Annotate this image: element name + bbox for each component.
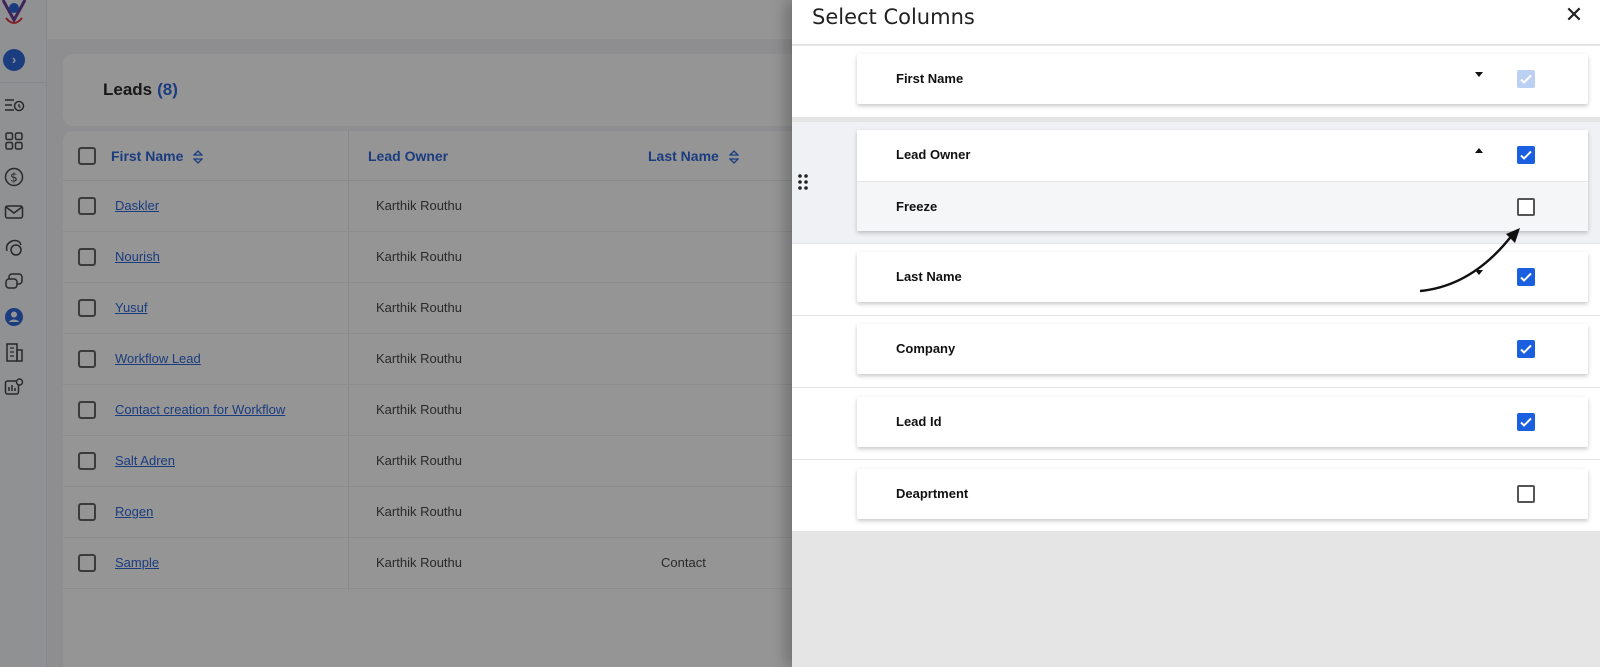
column-item-row[interactable]: Company xyxy=(857,324,1588,374)
panel-header: Select Columns ✕ xyxy=(792,0,1600,45)
column-item-label: Lead Owner xyxy=(896,147,971,162)
column-item-label: Lead Id xyxy=(896,414,942,429)
column-item[interactable]: First Name xyxy=(857,54,1588,104)
column-checkbox[interactable] xyxy=(1517,146,1535,164)
modal-backdrop[interactable] xyxy=(0,0,792,667)
column-item-label: Last Name xyxy=(896,269,962,284)
drag-handle-icon[interactable] xyxy=(796,172,810,192)
column-item-label: Deaprtment xyxy=(896,486,969,501)
column-item[interactable]: Lead Id xyxy=(857,397,1588,447)
freeze-label: Freeze xyxy=(896,199,938,214)
column-section-department: Deaprtment xyxy=(792,460,1600,532)
freeze-checkbox[interactable] xyxy=(1517,198,1535,216)
close-icon[interactable]: ✕ xyxy=(1562,3,1586,27)
annotation-arrow-icon xyxy=(1419,228,1520,293)
caret-up-icon[interactable] xyxy=(1475,148,1483,153)
select-columns-panel: Select Columns ✕ First Name Lead Owner F… xyxy=(792,0,1600,667)
column-item[interactable]: Company xyxy=(857,324,1588,374)
freeze-option-row[interactable]: Freeze xyxy=(857,181,1588,231)
column-section-company: Company xyxy=(792,316,1600,388)
column-checkbox[interactable] xyxy=(1517,413,1535,431)
column-item-row[interactable]: Lead Owner xyxy=(857,130,1588,180)
column-item-row[interactable]: First Name xyxy=(857,54,1588,104)
column-item-row[interactable]: Deaprtment xyxy=(857,469,1588,519)
column-checkbox-disabled xyxy=(1517,70,1535,88)
caret-down-icon[interactable] xyxy=(1475,72,1483,77)
column-checkbox[interactable] xyxy=(1517,485,1535,503)
column-checkbox[interactable] xyxy=(1517,340,1535,358)
column-item-row[interactable]: Lead Id xyxy=(857,397,1588,447)
column-item-label: Company xyxy=(896,341,956,356)
column-item-label: First Name xyxy=(896,71,964,86)
column-item[interactable]: Deaprtment xyxy=(857,469,1588,519)
column-section-lead-id: Lead Id xyxy=(792,388,1600,460)
column-item[interactable]: Lead Owner Freeze xyxy=(857,130,1588,231)
panel-title: Select Columns xyxy=(812,5,975,29)
column-section-first-name: First Name xyxy=(792,46,1600,118)
